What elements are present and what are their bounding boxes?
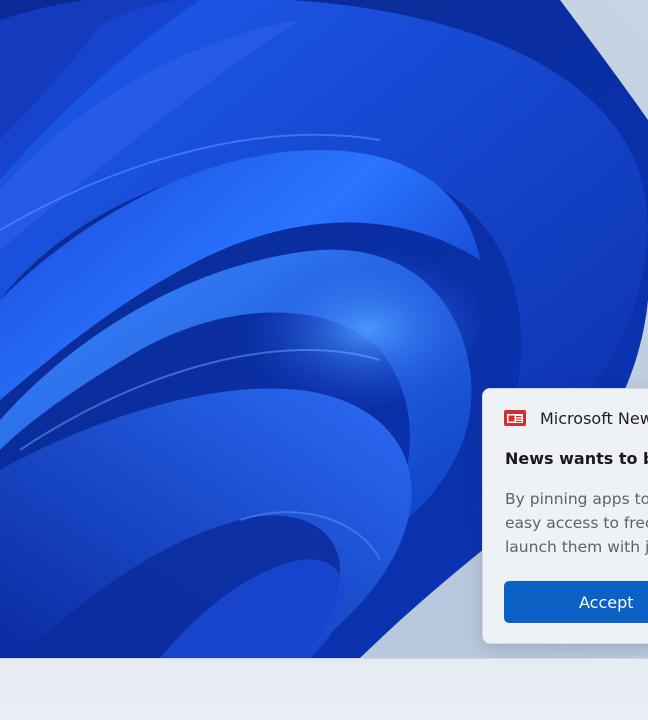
notification-app-name: Microsoft New	[540, 408, 648, 428]
accept-button[interactable]: Accept	[504, 581, 648, 623]
notification-body-line: By pinning apps to	[505, 490, 648, 508]
taskbar	[0, 658, 648, 720]
notification-body-line: launch them with j	[505, 538, 648, 556]
notification-title: News wants to be	[505, 449, 648, 468]
notification-body: By pinning apps to easy access to frec l…	[505, 487, 648, 559]
notification-header: Microsoft New	[504, 407, 648, 429]
desktop-screen: Microsoft New News wants to be By pinnin…	[0, 0, 648, 720]
microsoft-news-icon	[504, 410, 526, 426]
notification-toast[interactable]: Microsoft New News wants to be By pinnin…	[482, 388, 648, 644]
notification-body-line: easy access to frec	[505, 514, 648, 532]
